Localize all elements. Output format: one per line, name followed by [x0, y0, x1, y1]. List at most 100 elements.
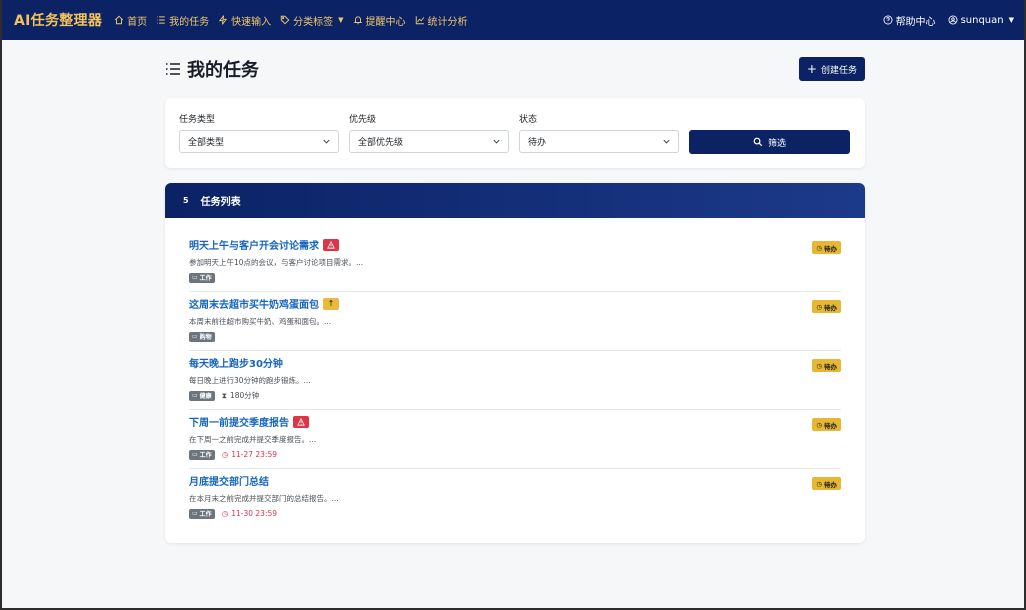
task-type-value: 全部类型 [188, 138, 225, 148]
clock-icon: ◷ [816, 420, 822, 429]
status-select[interactable]: 待办 [519, 130, 679, 153]
task-list-header: 5 任务列表 [165, 183, 865, 218]
category-tag-label: 工作 [199, 452, 212, 459]
filter-status-label: 状态 [519, 115, 538, 125]
task-title[interactable]: 下周一前提交季度报告 [189, 414, 289, 429]
status-value: 待办 [528, 138, 547, 148]
nav-home[interactable]: 首页 [114, 13, 147, 28]
task-description: 在下周一之前完成并提交季度报告。... [189, 435, 317, 444]
priority-value: 全部优先级 [358, 138, 404, 148]
folder-icon: ▭ [192, 392, 198, 399]
task-count: 5 [183, 196, 189, 205]
filter-priority-group: 优先级 全部优先级 [349, 112, 509, 168]
nav-category-tags-label: 分类标签 [293, 16, 334, 28]
nav-links: 首页 我的任务 快速输入 分类标签 ▼ 提醒中心 统计分析 [114, 13, 468, 28]
status-badge: ◷ 待办 [812, 418, 841, 431]
page-title-text: 我的任务 [187, 60, 259, 81]
list-item[interactable]: 每天晚上跑步30分钟 每日晚上进行30分钟的跑步锻炼。... ▭ 健康 ⧗ 18… [189, 351, 841, 410]
nav-category-tags[interactable]: 分类标签 ▼ [280, 13, 344, 28]
list-icon [157, 16, 165, 24]
nav-home-label: 首页 [127, 16, 148, 28]
task-title-row: 每天晚上跑步30分钟 [189, 355, 841, 370]
plus-icon: + [806, 62, 817, 76]
brand-logo[interactable]: AI任务整理器 [14, 10, 102, 30]
priority-select[interactable]: 全部优先级 [349, 130, 509, 153]
clock-icon: ◷ [816, 361, 822, 370]
filter-priority-label: 优先级 [349, 115, 377, 125]
category-tag: ▭ 工作 [189, 272, 215, 283]
task-title[interactable]: 每天晚上跑步30分钟 [189, 355, 283, 370]
create-task-label: 创建任务 [820, 65, 857, 76]
user-name: sunquan [960, 14, 1004, 26]
nav-statistics[interactable]: 统计分析 [415, 13, 468, 28]
filter-button[interactable]: 筛选 [689, 130, 850, 154]
folder-icon: ▭ [192, 451, 198, 458]
filter-type-group: 任务类型 全部类型 [179, 112, 339, 168]
category-tag: ▭ 工作 [189, 449, 215, 460]
nav-reminders-label: 提醒中心 [365, 16, 406, 28]
task-duration: ⧗ 180分钟 [222, 390, 260, 401]
home-icon [115, 15, 124, 25]
status-badge-label: 待办 [824, 421, 837, 430]
nav-help[interactable]: 帮助中心 [883, 13, 936, 28]
nav-right: 帮助中心 sunquan ▼ [883, 13, 1014, 28]
nav-reminders[interactable]: 提醒中心 [353, 13, 406, 28]
nav-my-tasks[interactable]: 我的任务 [156, 13, 209, 28]
tag-icon [280, 15, 290, 25]
task-description: 本周末前往超市购买牛奶、鸡蛋和面包。... [189, 317, 332, 326]
chevron-down-icon [493, 139, 500, 144]
folder-icon: ▭ [192, 274, 198, 281]
filter-status-group: 状态 待办 [519, 112, 679, 168]
hourglass-icon: ⧗ [221, 390, 227, 400]
task-description: 参加明天上午10点的会议，与客户讨论项目需求。... [189, 258, 364, 267]
status-badge: ◷ 待办 [812, 241, 841, 254]
list-item[interactable]: 明天上午与客户开会讨论需求 参加明天上午10点的会议，与客户讨论项目需求。...… [189, 233, 841, 292]
list-item[interactable]: 下周一前提交季度报告 在下周一之前完成并提交季度报告。... ▭ 工作 ◷ 11… [189, 410, 841, 469]
task-title-row: 下周一前提交季度报告 [189, 414, 841, 429]
chevron-down-icon: ▼ [1008, 16, 1014, 24]
user-menu[interactable]: sunquan ▼ [948, 15, 1014, 26]
nav-quick-input[interactable]: 快速输入 [218, 13, 271, 28]
status-badge-label: 待办 [824, 303, 837, 312]
category-tag-label: 购物 [199, 334, 212, 341]
page-title: 我的任务 [165, 56, 259, 82]
task-meta: ▭ 工作 ◷ 11-30 23:59 [189, 508, 841, 519]
status-badge: ◷ 待办 [812, 477, 841, 490]
task-meta: ▭ 健康 ⧗ 180分钟 [189, 390, 841, 401]
category-tag-label: 工作 [199, 511, 212, 518]
chevron-down-icon [323, 139, 330, 144]
status-badge-label: 待办 [824, 362, 837, 371]
clock-icon: ◷ [221, 450, 229, 459]
category-tag-label: 工作 [199, 275, 212, 282]
list-item[interactable]: 月底提交部门总结 在本月末之前完成并提交部门的总结报告。... ▭ 工作 ◷ 1… [189, 469, 841, 528]
chevron-down-icon [663, 139, 670, 144]
filter-type-label: 任务类型 [179, 115, 216, 125]
nav-statistics-label: 统计分析 [427, 16, 468, 28]
task-type-select[interactable]: 全部类型 [179, 130, 339, 153]
task-description: 每日晚上进行30分钟的跑步锻炼。... [189, 376, 311, 385]
search-icon [753, 137, 763, 147]
user-icon [948, 15, 958, 25]
list-icon [166, 63, 180, 75]
list-item[interactable]: 这周末去超市买牛奶鸡蛋面包 ↑ 本周末前往超市购买牛奶、鸡蛋和面包。... ▭ … [189, 292, 841, 351]
priority-high-badge [323, 238, 339, 251]
nav-my-tasks-label: 我的任务 [169, 16, 210, 28]
create-task-button[interactable]: + 创建任务 [798, 57, 865, 81]
task-title[interactable]: 这周末去超市买牛奶鸡蛋面包 [189, 296, 319, 311]
task-title-row: 月底提交部门总结 [189, 473, 841, 488]
page-header: 我的任务 + 创建任务 [165, 55, 865, 83]
help-icon [883, 15, 893, 25]
chart-icon [415, 16, 424, 25]
task-description: 在本月末之前完成并提交部门的总结报告。... [189, 494, 339, 503]
task-due-value: 11-30 23:59 [231, 509, 278, 518]
task-title[interactable]: 明天上午与客户开会讨论需求 [189, 237, 319, 252]
status-badge: ◷ 待办 [812, 300, 841, 313]
arrow-up-icon: ↑ [327, 299, 335, 308]
task-meta: ▭ 购物 [189, 331, 841, 342]
task-meta: ▭ 工作 ◷ 11-27 23:59 [189, 449, 841, 460]
category-tag: ▭ 购物 [189, 331, 215, 342]
task-title[interactable]: 月底提交部门总结 [189, 473, 269, 488]
task-title-row: 这周末去超市买牛奶鸡蛋面包 ↑ [189, 296, 841, 311]
task-duration-value: 180分钟 [229, 391, 260, 400]
status-badge: ◷ 待办 [812, 359, 841, 372]
